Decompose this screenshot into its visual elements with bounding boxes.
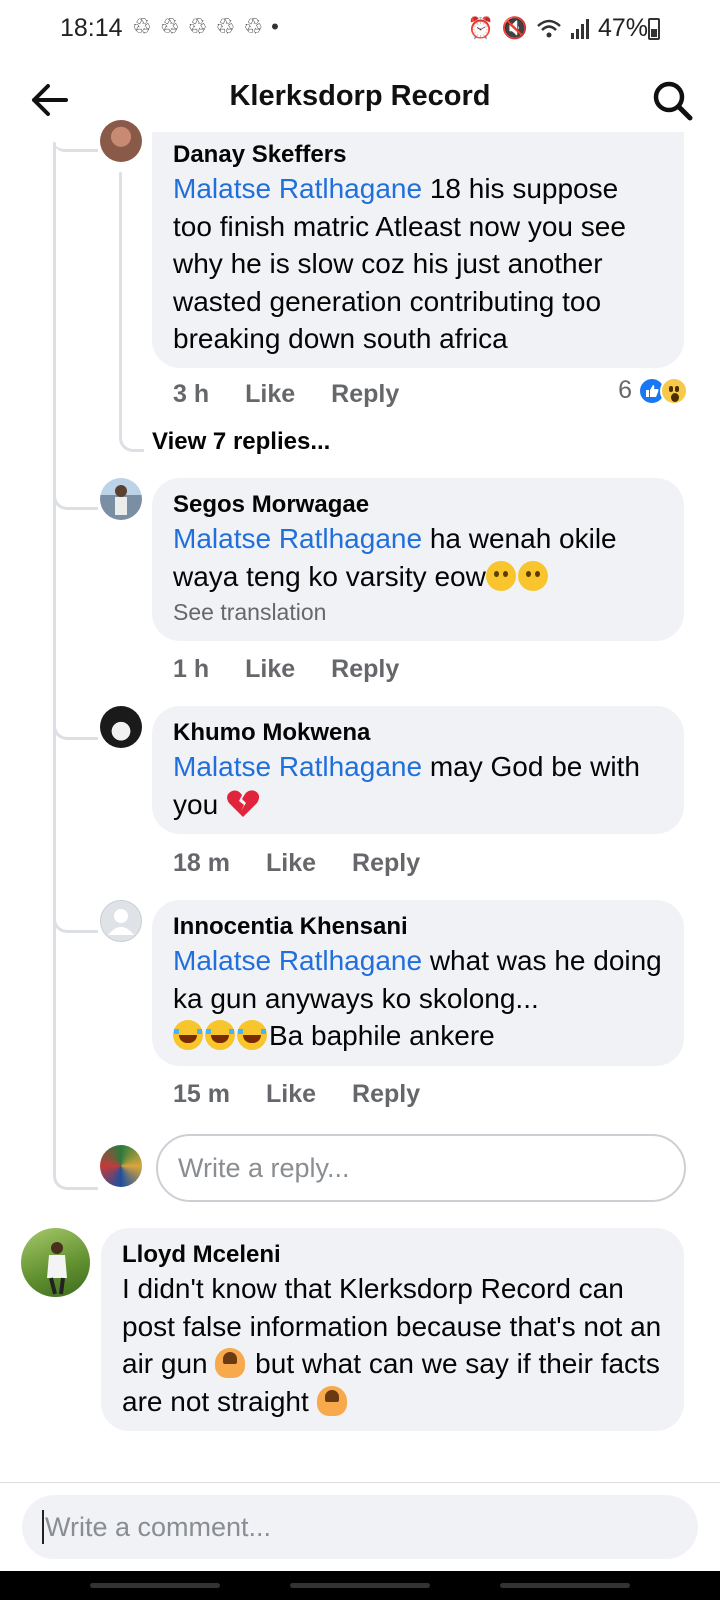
status-time: 18:14 <box>60 14 123 42</box>
comment-text: Malatse Ratlhagane ha wenah okile waya t… <box>173 520 664 595</box>
see-translation-link[interactable]: See translation <box>173 597 664 627</box>
avatar[interactable] <box>100 706 142 748</box>
comment-bubble: Khumo Mokwena Malatse Ratlhagane may God… <box>152 706 684 834</box>
comment-time[interactable]: 18 m <box>173 849 230 878</box>
text-caret <box>42 1510 44 1544</box>
laughing-emoji-icon <box>173 1020 203 1050</box>
comment-bubble: Innocentia Khensani Malatse Ratlhagane w… <box>152 900 684 1066</box>
comment-author[interactable]: Innocentia Khensani <box>173 912 664 942</box>
mention-link[interactable]: Malatse Ratlhagane <box>173 751 422 782</box>
avatar[interactable] <box>100 120 142 162</box>
comment-text: I didn't know that Klerksdorp Record can… <box>122 1270 664 1420</box>
shrug-emoji-icon <box>316 1385 347 1416</box>
raised-eyebrow-emoji-icon <box>485 560 516 591</box>
comment-bubble: Lloyd Mceleni I didn't know that Klerksd… <box>101 1228 684 1431</box>
broken-heart-emoji-icon <box>227 789 260 817</box>
like-button[interactable]: Like <box>245 655 295 684</box>
facepalm-emoji-icon <box>215 1348 246 1378</box>
battery-icon <box>648 18 660 40</box>
thread-elbow <box>119 420 144 452</box>
page-title: Klerksdorp Record <box>229 80 491 112</box>
like-button[interactable]: Like <box>266 849 316 878</box>
comment-bubble: Segos Morwagae Malatse Ratlhagane ha wen… <box>152 478 684 641</box>
comment-actions: 1 h Like Reply <box>173 655 399 684</box>
reaction-summary[interactable]: 6 <box>618 376 688 405</box>
avatar[interactable] <box>100 900 142 942</box>
wow-reaction-icon <box>660 376 688 405</box>
comment-time[interactable]: 1 h <box>173 655 209 684</box>
battery-percent: 47% <box>597 14 648 42</box>
avatar[interactable] <box>100 478 142 520</box>
search-icon <box>653 81 693 121</box>
comment-actions: 3 h Like Reply <box>173 380 399 409</box>
comment-text: Malatse Ratlhagane may God be with you <box>173 748 664 823</box>
comment-text: Malatse Ratlhagane what was he doing ka … <box>173 942 664 1055</box>
reply-button[interactable]: Reply <box>352 1080 420 1109</box>
thread-elbow <box>53 470 98 510</box>
avatar[interactable] <box>21 1228 90 1297</box>
eye-roll-emoji-icon <box>517 560 548 591</box>
like-button[interactable]: Like <box>245 380 295 409</box>
thread-line-outer <box>53 142 56 1152</box>
reaction-count: 6 <box>618 376 632 404</box>
view-replies-link[interactable]: View 7 replies... <box>152 428 330 456</box>
mute-icon: 🔇 <box>501 16 528 40</box>
signal-icon <box>570 18 589 39</box>
search-button[interactable] <box>648 76 698 126</box>
laughing-emoji-icon <box>205 1020 235 1050</box>
comment-placeholder: Write a comment... <box>45 1511 272 1542</box>
reply-button[interactable]: Reply <box>331 655 399 684</box>
comment-author[interactable]: Khumo Mokwena <box>173 718 664 748</box>
comment-author[interactable]: Lloyd Mceleni <box>122 1240 664 1270</box>
avatar-figure <box>115 485 127 515</box>
comment-bubble: Danay Skeffers Malatse Ratlhagane 18 his… <box>152 132 684 368</box>
reply-button[interactable]: Reply <box>352 849 420 878</box>
nav-recents-gesture[interactable] <box>500 1583 630 1588</box>
mention-link[interactable]: Malatse Ratlhagane <box>173 945 422 976</box>
comment-actions: 18 m Like Reply <box>173 849 420 878</box>
comment-time[interactable]: 15 m <box>173 1080 230 1109</box>
write-reply-input[interactable]: Write a reply... <box>156 1134 686 1202</box>
laughing-emoji-icon <box>237 1020 267 1050</box>
system-nav-bar <box>0 1571 720 1600</box>
nav-home-gesture[interactable] <box>290 1583 430 1588</box>
comment-author[interactable]: Segos Morwagae <box>173 490 664 520</box>
thread-line-inner <box>119 172 122 427</box>
nav-back-gesture[interactable] <box>90 1583 220 1588</box>
notification-icons: ♲ ♲ ♲ ♲ ♲ • <box>132 14 280 39</box>
thread-elbow <box>53 140 98 152</box>
thread-elbow <box>53 893 98 933</box>
comment-composer: Write a comment... <box>0 1483 720 1571</box>
mention-link[interactable]: Malatse Ratlhagane <box>173 523 422 554</box>
wifi-icon <box>537 19 561 37</box>
status-right: ⏰ 🔇 47% <box>468 14 648 43</box>
comment-actions: 15 m Like Reply <box>173 1080 420 1109</box>
comment-author[interactable]: Danay Skeffers <box>173 140 664 170</box>
thread-elbow <box>53 1135 98 1190</box>
comment-body-end: Ba baphile ankere <box>269 1020 495 1051</box>
comment-time[interactable]: 3 h <box>173 380 209 409</box>
current-user-avatar <box>100 1145 142 1187</box>
alarm-icon: ⏰ <box>467 16 494 40</box>
avatar-figure <box>47 1242 67 1295</box>
write-comment-input[interactable]: Write a comment... <box>22 1495 698 1559</box>
like-button[interactable]: Like <box>266 1080 316 1109</box>
comment-text: Malatse Ratlhagane 18 his suppose too fi… <box>173 170 664 358</box>
default-avatar-icon <box>108 909 134 935</box>
thread-elbow <box>53 700 98 740</box>
mention-link[interactable]: Malatse Ratlhagane <box>173 173 422 204</box>
reply-button[interactable]: Reply <box>331 380 399 409</box>
status-bar: 18:14 ♲ ♲ ♲ ♲ ♲ • ⏰ 🔇 47% <box>0 0 720 58</box>
